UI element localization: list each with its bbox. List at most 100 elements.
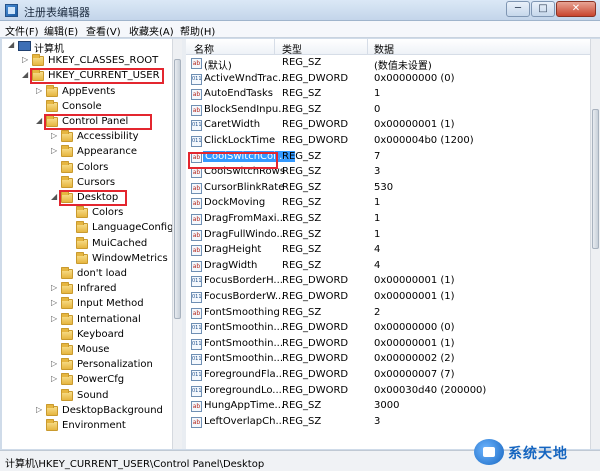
tree-node[interactable]: ◢ Control Panel xyxy=(2,114,172,130)
tree-node[interactable]: Keyboard xyxy=(2,327,172,343)
collapsed-arrow-icon[interactable]: ▷ xyxy=(51,359,57,368)
tree-node[interactable]: Mouse xyxy=(2,343,172,358)
collapsed-arrow-icon[interactable]: ▷ xyxy=(51,283,57,292)
value-row[interactable]: ab HungAppTime... REG_SZ 3000 xyxy=(186,399,600,415)
tree-node[interactable]: Sound xyxy=(2,388,172,404)
collapsed-arrow-icon[interactable]: ▷ xyxy=(36,405,42,414)
value-row[interactable]: ab DockMoving REG_SZ 1 xyxy=(186,196,600,212)
value-type: REG_DWORD xyxy=(282,353,349,365)
value-row[interactable]: 011 FocusBorderH... REG_DWORD 0x00000001 (1… xyxy=(186,274,600,290)
value-row[interactable]: ab LeftOverlapCh... REG_SZ 3 xyxy=(186,415,600,431)
registry-tree[interactable]: ◢ 计算机 ▷ HKEY_CLASSES_ROOT ◢ HKEY_CURRENT_USER… xyxy=(2,39,182,449)
close-button[interactable]: ✕ xyxy=(556,1,596,17)
expanded-arrow-icon[interactable]: ◢ xyxy=(8,40,14,49)
collapsed-arrow-icon[interactable]: ▷ xyxy=(51,146,57,155)
value-row[interactable]: 011 FocusBorderW... REG_DWORD 0x00000001 (1… xyxy=(186,290,600,306)
list-scrollbar[interactable] xyxy=(590,39,600,449)
collapsed-arrow-icon[interactable]: ▷ xyxy=(36,86,42,95)
tree-node[interactable]: ▷ DesktopBackground xyxy=(2,403,172,419)
expanded-arrow-icon[interactable]: ◢ xyxy=(51,192,57,201)
column-type-header[interactable]: 类型 xyxy=(282,41,302,56)
menu-file[interactable]: 文件(F) xyxy=(5,23,39,38)
value-row[interactable]: ab DragWidth REG_SZ 4 xyxy=(186,259,600,275)
menu-edit[interactable]: 编辑(E) xyxy=(44,23,78,38)
collapsed-arrow-icon[interactable]: ▷ xyxy=(51,131,57,140)
tree-node[interactable]: MuiCached xyxy=(2,236,172,252)
menu-favorites[interactable]: 收藏夹(A) xyxy=(129,23,174,38)
value-row[interactable]: ab FontSmoothing REG_SZ 2 xyxy=(186,306,600,322)
tree-node[interactable]: ▷ International xyxy=(2,312,172,328)
value-row[interactable]: 011 ForegroundFla... REG_DWORD 0x00000007 (… xyxy=(186,368,600,384)
tree-node[interactable]: ◢ Desktop xyxy=(2,190,172,206)
highlight-box-tree xyxy=(44,114,152,130)
tree-node[interactable]: ◢ HKEY_CURRENT_USER xyxy=(2,68,172,85)
column-divider[interactable] xyxy=(274,39,275,55)
tree-node[interactable]: ▷ AppEvents xyxy=(2,84,172,100)
binary-value-icon: 011 xyxy=(191,323,202,335)
tree-scroll-thumb[interactable] xyxy=(174,59,181,319)
tree-node[interactable]: ▷ Appearance xyxy=(2,145,172,160)
value-data: 1 xyxy=(374,197,381,209)
menu-view[interactable]: 查看(V) xyxy=(86,23,121,38)
tree-node[interactable]: ▷ Personalization xyxy=(2,358,172,373)
value-row[interactable]: 011 FontSmoothin... REG_DWORD 0x00000002 (2… xyxy=(186,352,600,368)
value-row[interactable]: ab DragFromMaxi... REG_SZ 1 xyxy=(186,212,600,228)
computer-icon xyxy=(18,41,31,51)
value-row[interactable]: 011 ForegroundLo... REG_DWORD 0x00030d40 (2… xyxy=(186,384,600,400)
tree-node[interactable]: Colors xyxy=(2,160,172,176)
minimize-button[interactable]: ─ xyxy=(506,1,530,17)
collapsed-arrow-icon[interactable]: ▷ xyxy=(51,374,57,383)
value-row[interactable]: ab BlockSendInpu... REG_SZ 0 xyxy=(186,103,600,119)
tree-node[interactable]: ▷ Accessibility xyxy=(2,130,172,145)
tree-node[interactable]: Colors xyxy=(2,206,172,221)
value-row[interactable]: ab CursorBlinkRate REG_SZ 530 xyxy=(186,181,600,197)
maximize-button[interactable]: □ xyxy=(531,1,555,17)
tree-node[interactable]: WindowMetrics xyxy=(2,251,172,267)
tree-node-label: Console xyxy=(62,100,102,112)
column-data-header[interactable]: 数据 xyxy=(374,41,394,56)
column-divider[interactable] xyxy=(367,39,368,55)
tree-node-label: MuiCached xyxy=(92,237,148,249)
collapsed-arrow-icon[interactable]: ▷ xyxy=(22,55,28,64)
collapsed-arrow-icon[interactable]: ▷ xyxy=(51,298,57,307)
binary-value-icon: 011 xyxy=(191,120,202,132)
tree-node[interactable]: ▷ Infrared xyxy=(2,282,172,297)
tree-node[interactable]: LanguageConfig xyxy=(2,221,173,236)
value-row[interactable]: 011 FontSmoothin... REG_DWORD 0x00000000 (0… xyxy=(186,321,600,337)
value-row[interactable]: 011 FontSmoothin... REG_DWORD 0x00000001 (1… xyxy=(186,337,600,353)
tree-node[interactable]: Cursors xyxy=(2,175,172,191)
value-name: BlockSendInpu... xyxy=(204,103,288,115)
menu-help[interactable]: 帮助(H) xyxy=(180,23,215,38)
tree-node[interactable]: Environment xyxy=(2,419,172,434)
folder-icon xyxy=(61,145,73,158)
tree-node[interactable]: ◢ 计算机 xyxy=(2,39,172,55)
tree-node[interactable]: ▷ PowerCfg xyxy=(2,373,172,388)
value-name: ForegroundLo... xyxy=(204,384,282,396)
value-row[interactable]: ab AutoEndTasks REG_SZ 1 xyxy=(186,87,600,103)
tree-node[interactable]: ▷ Input Method xyxy=(2,297,172,312)
expanded-arrow-icon[interactable]: ◢ xyxy=(22,70,28,79)
value-row[interactable]: ab (默认) REG_SZ (数值未设置) xyxy=(186,56,600,72)
collapsed-arrow-icon[interactable]: ▷ xyxy=(51,314,57,323)
expanded-arrow-icon[interactable]: ◢ xyxy=(36,116,42,125)
tree-node[interactable]: don't load xyxy=(2,267,172,282)
value-row[interactable]: 011 ClickLockTime REG_DWORD 0x000004b0 (120… xyxy=(186,134,600,150)
column-name-header[interactable]: 名称 xyxy=(194,41,214,56)
value-row[interactable]: 011 CaretWidth REG_DWORD 0x00000001 (1) xyxy=(186,118,600,134)
tree-node[interactable]: Console xyxy=(2,99,172,115)
value-type: REG_SZ xyxy=(282,415,322,427)
value-row[interactable]: ab DragFullWindo... REG_SZ 1 xyxy=(186,228,600,244)
tree-node[interactable]: ▷ HKEY_CLASSES_ROOT xyxy=(2,54,172,69)
binary-value-icon: 011 xyxy=(191,136,202,147)
value-row[interactable]: ab DragHeight REG_SZ 4 xyxy=(186,243,600,259)
value-row[interactable]: 011 ActiveWndTrac... REG_DWORD 0x00000000 (… xyxy=(186,72,600,88)
window-controls: ─ □ ✕ xyxy=(506,1,596,17)
value-name: (默认) xyxy=(204,61,232,72)
binary-value-icon: 011 xyxy=(191,338,202,350)
title-bar: 注册表编辑器 ─ □ ✕ xyxy=(0,0,600,21)
tree-scrollbar[interactable] xyxy=(172,39,182,449)
values-list: 名称 类型 数据 ab (默认) REG_SZ (数值未设置) 011 ActiveWnd… xyxy=(186,39,600,449)
list-scroll-thumb[interactable] xyxy=(592,109,599,249)
value-type: REG_SZ xyxy=(282,88,322,100)
value-name: DragFromMaxi... xyxy=(204,213,287,224)
